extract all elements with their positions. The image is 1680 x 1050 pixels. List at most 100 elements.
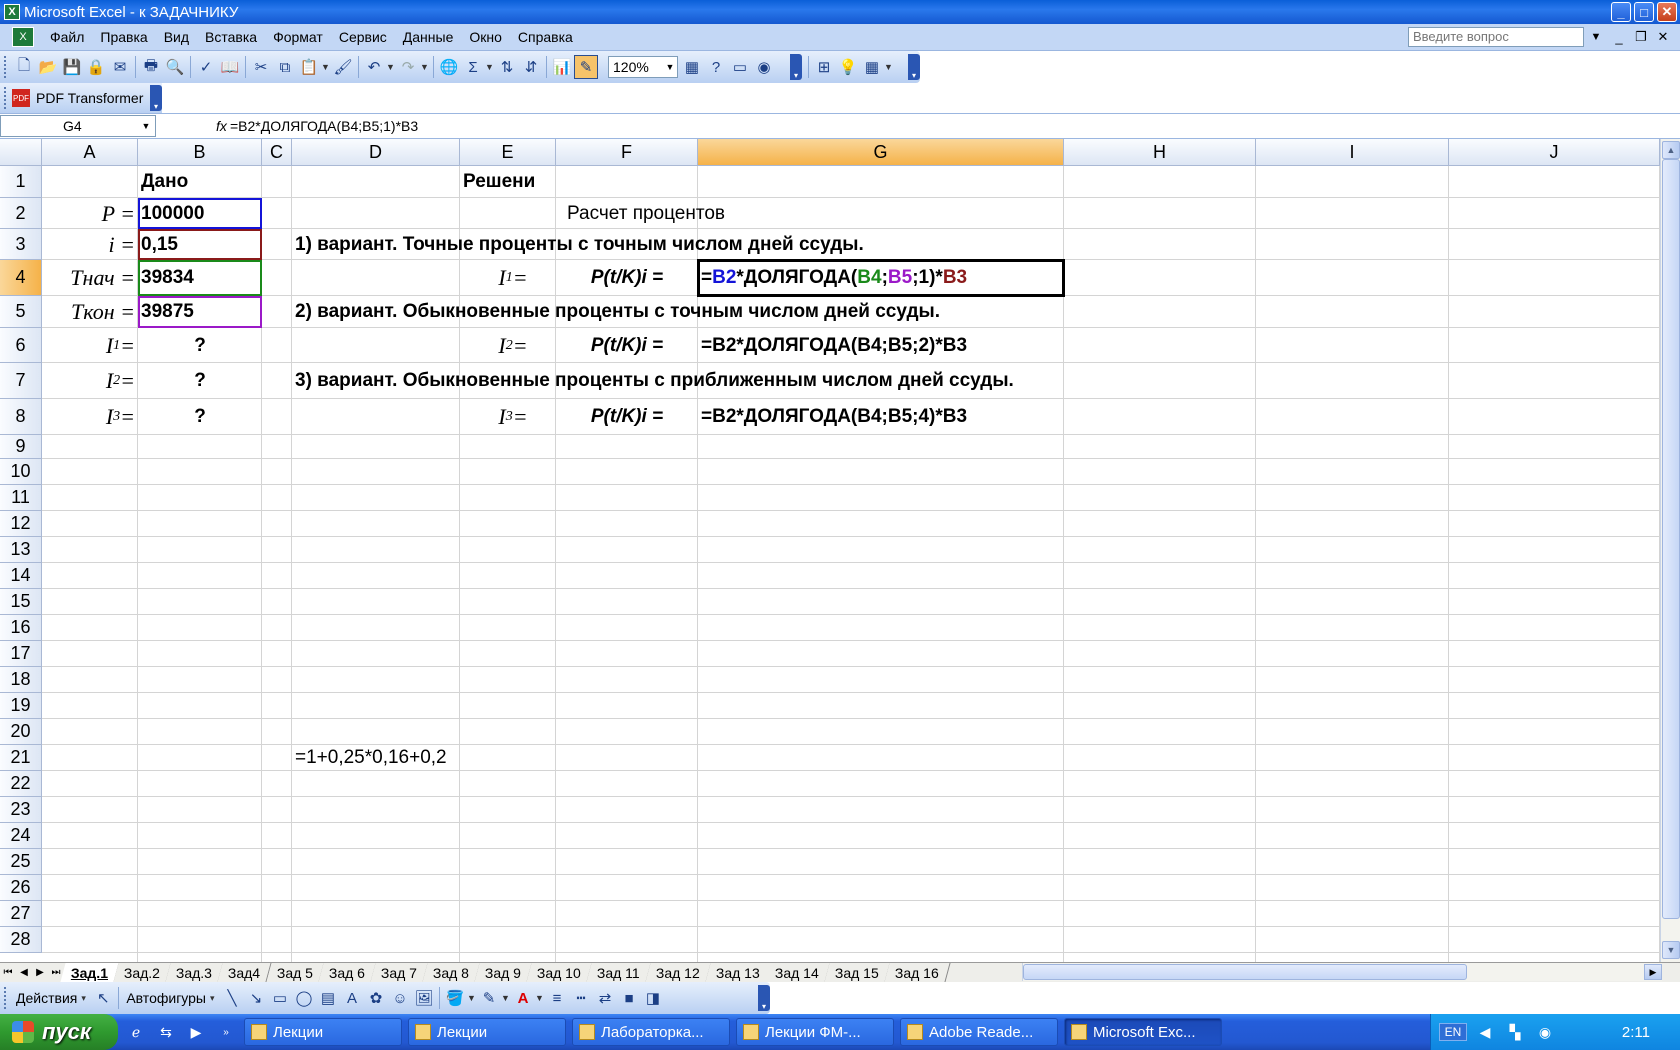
menu-window[interactable]: Окно	[461, 29, 510, 45]
toolbar-grip[interactable]	[4, 56, 8, 78]
ie-icon[interactable]: ℯ	[124, 1020, 148, 1044]
permission-icon[interactable]: 🔒	[84, 55, 108, 79]
fill-color-icon[interactable]: 🪣	[443, 986, 467, 1010]
cell-b1[interactable]: Дано	[141, 166, 259, 198]
document-system-icon[interactable]: X	[12, 27, 34, 47]
cell-f8[interactable]: P(t/K)i =	[559, 399, 695, 435]
cell-e6[interactable]: I2 =	[468, 328, 558, 363]
scroll-up-icon[interactable]: ▲	[1662, 141, 1680, 159]
line-style-icon[interactable]: ≡	[545, 986, 569, 1010]
name-box-dropdown-icon[interactable]: ▼	[139, 116, 153, 136]
row-header-17[interactable]: 17	[0, 641, 42, 667]
doc-minimize-icon[interactable]: _	[1610, 28, 1628, 46]
menu-help[interactable]: Справка	[510, 29, 581, 45]
shadow-icon[interactable]: ■	[617, 986, 641, 1010]
cell-a7[interactable]: I2 =	[45, 363, 135, 399]
row-header-25[interactable]: 25	[0, 849, 42, 875]
row-header-24[interactable]: 24	[0, 823, 42, 849]
redo-dropdown-icon[interactable]: ▼	[420, 62, 430, 72]
row-header-26[interactable]: 26	[0, 875, 42, 901]
sheet-tab[interactable]: Зад 11	[586, 963, 652, 982]
media-player-icon[interactable]: ▶	[184, 1020, 208, 1044]
row-header-3[interactable]: 3	[0, 229, 42, 260]
formula-input[interactable]: =B2*ДОЛЯГОДА(B4;B5;1)*B3	[226, 118, 418, 134]
row-header-5[interactable]: 5	[0, 296, 42, 328]
row-header-15[interactable]: 15	[0, 589, 42, 615]
insert-function-icon[interactable]: fx	[156, 118, 227, 134]
column-header-I[interactable]: I	[1256, 139, 1449, 166]
cell-b4[interactable]: 39834	[141, 260, 259, 296]
row-header-13[interactable]: 13	[0, 537, 42, 563]
grid-icon[interactable]: ▦	[860, 55, 884, 79]
cell-e4[interactable]: I1 =	[468, 260, 558, 296]
row-header-11[interactable]: 11	[0, 485, 42, 511]
undo-dropdown-icon[interactable]: ▼	[386, 62, 396, 72]
cell-g8[interactable]: =B2*ДОЛЯГОДА(B4;B5;4)*B3	[701, 399, 1061, 435]
new-icon[interactable]: 🗋	[12, 55, 36, 79]
column-header-G[interactable]: G	[698, 139, 1064, 166]
sheet-tab[interactable]: Зад 13	[705, 963, 771, 982]
arrow-style-icon[interactable]: ⇄	[593, 986, 617, 1010]
sheet-tab[interactable]: Зад.3	[165, 963, 224, 982]
spelling-icon[interactable]: ✓	[194, 55, 218, 79]
sheet-tab[interactable]: Зад 7	[370, 963, 429, 982]
sort-ascending-icon[interactable]: ⇅	[495, 55, 519, 79]
toolbar-grip[interactable]	[4, 987, 8, 1009]
quicklaunch-expand-icon[interactable]: »	[214, 1020, 238, 1044]
borders-icon[interactable]: ⊞	[812, 55, 836, 79]
sheet-tab[interactable]: Зад 12	[645, 963, 712, 982]
row-header-12[interactable]: 12	[0, 511, 42, 537]
menu-view[interactable]: Вид	[156, 29, 197, 45]
ask-question-input[interactable]: Введите вопрос	[1408, 27, 1584, 47]
cell-d5[interactable]: 2) вариант. Обыкновенные проценты с точн…	[295, 296, 1055, 328]
tray-app-icon[interactable]: ▚	[1503, 1020, 1527, 1044]
save-icon[interactable]: 💾	[60, 55, 84, 79]
cell-d7[interactable]: 3) вариант. Обыкновенные проценты с приб…	[295, 363, 1055, 399]
grid-dropdown-icon[interactable]: ▼	[884, 62, 894, 72]
sheet-tab[interactable]: Зад 6	[318, 963, 377, 982]
cell-f4[interactable]: P(t/K)i =	[559, 260, 695, 296]
tray-arrow-icon[interactable]: ◀	[1473, 1020, 1497, 1044]
sheet-tab[interactable]: Зад 15	[824, 963, 891, 982]
paste-icon[interactable]: 📋	[297, 55, 321, 79]
ask-dropdown-icon[interactable]: ▼	[1587, 27, 1605, 47]
taskbar-button[interactable]: Лекции	[408, 1018, 566, 1046]
name-box[interactable]: G4 ▼	[0, 115, 156, 137]
zoom-dropdown-icon[interactable]: ▼	[663, 57, 677, 77]
print-preview-icon[interactable]: 🔍	[163, 55, 187, 79]
menu-data[interactable]: Данные	[395, 29, 462, 45]
menu-file[interactable]: Файл	[42, 29, 92, 45]
row-header-10[interactable]: 10	[0, 459, 42, 485]
cell-a3[interactable]: i =	[45, 229, 135, 260]
cell-d3[interactable]: 1) вариант. Точные проценты с точным чис…	[295, 229, 1055, 260]
font-color-dropdown-icon[interactable]: ▼	[535, 993, 545, 1003]
sheet-tab[interactable]: Зад4	[217, 963, 273, 982]
textbox-icon[interactable]: ▤	[316, 986, 340, 1010]
help-icon[interactable]: ?	[704, 55, 728, 79]
column-header-J[interactable]: J	[1449, 139, 1660, 166]
font-color-icon[interactable]: A	[511, 986, 535, 1010]
cell-b3[interactable]: 0,15	[141, 229, 259, 260]
start-button[interactable]: пуск	[0, 1014, 118, 1050]
dash-style-icon[interactable]: ┅	[569, 986, 593, 1010]
column-header-F[interactable]: F	[556, 139, 698, 166]
network-icon[interactable]: ⇆	[154, 1020, 178, 1044]
tray-app-icon[interactable]: ◉	[1533, 1020, 1557, 1044]
doc-restore-icon[interactable]: ❐	[1632, 28, 1650, 46]
menu-edit[interactable]: Правка	[92, 29, 155, 45]
fill-color-dropdown-icon[interactable]: ▼	[467, 993, 477, 1003]
taskbar-button[interactable]: Adobe Reade...	[900, 1018, 1058, 1046]
autoshapes-menu[interactable]: Автофигуры	[122, 990, 210, 1006]
language-indicator[interactable]: EN	[1439, 1023, 1467, 1041]
close-button[interactable]: ✕	[1657, 2, 1677, 22]
scroll-right-icon[interactable]: ▶	[1644, 964, 1662, 980]
row-header-2[interactable]: 2	[0, 198, 42, 229]
vertical-scrollbar[interactable]: ▲ ▼	[1660, 139, 1680, 962]
cell-d21[interactable]: =1+0,25*0,16+0,2	[295, 745, 459, 771]
cell-b7[interactable]: ?	[141, 363, 259, 399]
autosum-icon[interactable]: Σ	[461, 55, 485, 79]
cell-g6[interactable]: =B2*ДОЛЯГОДА(B4;B5;2)*B3	[701, 328, 1061, 363]
email-icon[interactable]: ✉	[108, 55, 132, 79]
pdf-transformer-button[interactable]: PDF Transformer	[36, 90, 143, 106]
sheet-tab[interactable]: Зад.2	[113, 963, 172, 982]
